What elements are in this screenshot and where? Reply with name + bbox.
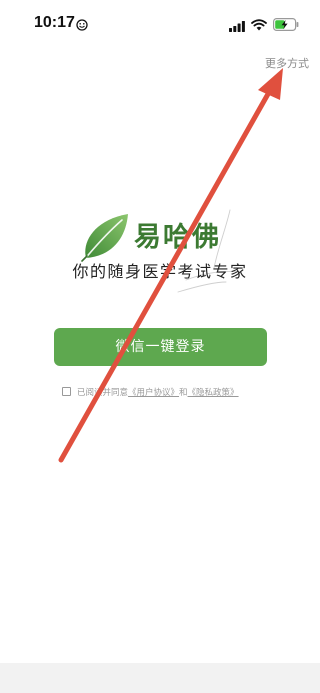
- smiley-face-icon: [76, 16, 88, 35]
- brand-slogan: 你的随身医学考试专家: [72, 262, 248, 281]
- brand-name: 易哈佛: [134, 222, 221, 253]
- agreement-prefix: 已阅读并同意: [77, 388, 129, 398]
- wifi-icon: [251, 16, 267, 35]
- status-bar: 10:17: [0, 0, 320, 46]
- battery-charging-icon: [273, 16, 299, 35]
- agreement-checkbox[interactable]: [62, 387, 71, 396]
- status-time: 10:17: [34, 14, 75, 31]
- cellular-signal-icon: [229, 17, 245, 36]
- privacy-policy-link[interactable]: 《隐私政策》: [188, 388, 239, 398]
- more-methods-link[interactable]: 更多方式: [265, 57, 309, 71]
- agreement-conjunction: 和: [179, 388, 188, 398]
- leaf-icon: [80, 212, 132, 266]
- wechat-login-button[interactable]: 微信一键登录: [54, 328, 267, 366]
- agreement-row: 已阅读并同意《用户协议》和《隐私政策》: [62, 386, 239, 400]
- user-agreement-link[interactable]: 《用户协议》: [128, 388, 179, 398]
- bottom-bar: [0, 663, 320, 693]
